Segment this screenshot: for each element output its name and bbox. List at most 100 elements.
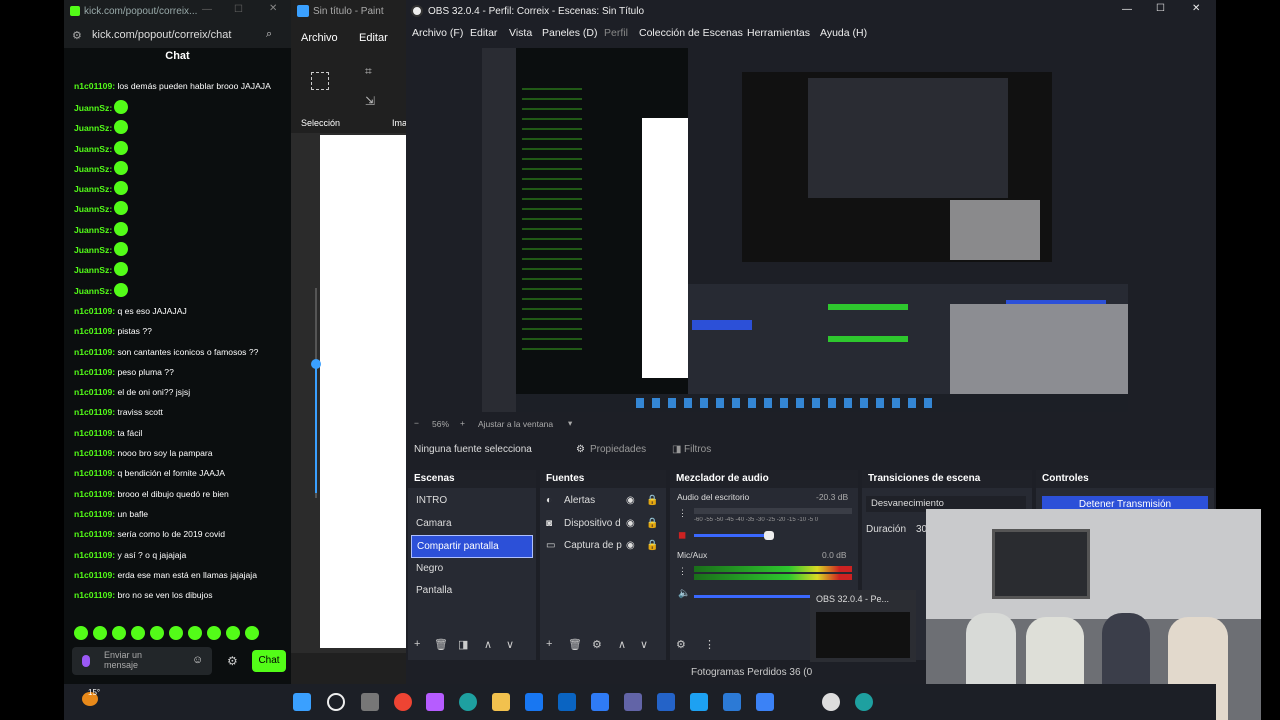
chat-username[interactable]: JuannSz: (74, 265, 112, 275)
search-icon[interactable]: ⌕ (266, 28, 272, 41)
scene-item[interactable]: INTRO (408, 490, 536, 513)
chat-username[interactable]: n1c01109: (74, 529, 115, 539)
filters-button[interactable]: Filtros (684, 444, 711, 455)
chat-username[interactable]: n1c01109: (74, 550, 115, 560)
source-item[interactable]: ◐ Alertas ◉ 🔒 (540, 490, 666, 513)
emote-icon[interactable] (207, 626, 221, 640)
chat-username[interactable]: JuannSz: (74, 103, 112, 113)
move-up-icon[interactable]: ∧ (618, 638, 626, 654)
app-icon[interactable] (756, 693, 774, 711)
chat-username[interactable]: JuannSz: (74, 204, 112, 214)
zoom-out-icon[interactable]: − (414, 418, 419, 428)
properties-button[interactable]: Propiedades (590, 444, 646, 455)
edge-icon[interactable] (459, 693, 477, 711)
teams-icon[interactable] (624, 693, 642, 711)
taskbar-preview-popup[interactable]: OBS 32.0.4 - Pe... (810, 590, 916, 662)
chat-username[interactable]: n1c01109: (74, 468, 115, 478)
channel-menu-icon[interactable]: ⋮ (678, 566, 687, 577)
menu-herramientas[interactable]: Herramientas (747, 27, 810, 39)
crop-icon[interactable]: ⌗ (365, 64, 372, 79)
dropbox-icon[interactable] (591, 693, 609, 711)
word-icon[interactable] (657, 693, 675, 711)
close-icon[interactable]: ✕ (269, 3, 277, 14)
chat-username[interactable]: n1c01109: (74, 509, 115, 519)
vscode-icon[interactable] (723, 693, 741, 711)
chat-username[interactable]: JuannSz: (74, 123, 112, 133)
menu-vista[interactable]: Vista (509, 27, 532, 39)
source-item[interactable]: ◙ Dispositivo d ◉ 🔒 (540, 513, 666, 536)
zoom-in-icon[interactable]: + (460, 418, 465, 428)
paint-menu-file[interactable]: Archivo (301, 32, 338, 44)
task-view-icon[interactable] (361, 693, 379, 711)
emote-icon[interactable] (188, 626, 202, 640)
muted-speaker-icon[interactable]: ◼ (678, 530, 686, 541)
emote-icon[interactable] (245, 626, 259, 640)
chat-username[interactable]: JuannSz: (74, 245, 112, 255)
volume-slider-thumb[interactable] (764, 531, 774, 540)
source-item[interactable]: ▭ Captura de p ◉ 🔒 (540, 535, 666, 558)
eye-icon[interactable]: ◉ (626, 513, 635, 536)
chevron-down-icon[interactable]: ▾ (568, 418, 572, 429)
speaker-icon[interactable]: 🔈 (678, 588, 690, 599)
outlook-icon[interactable] (558, 693, 576, 711)
chrome-icon[interactable] (394, 693, 412, 711)
chat-username[interactable]: JuannSz: (74, 286, 112, 296)
chat-username[interactable]: JuannSz: (74, 225, 112, 235)
mixer-menu-icon[interactable]: ⋮ (704, 638, 715, 654)
app-icon[interactable] (690, 693, 708, 711)
menu-ayuda[interactable]: Ayuda (H) (820, 27, 867, 39)
scene-item-selected[interactable]: Compartir pantalla (411, 535, 533, 558)
chat-username[interactable]: n1c01109: (74, 306, 115, 316)
chat-username[interactable]: n1c01109: (74, 326, 115, 336)
fit-window-label[interactable]: Ajustar a la ventana (478, 419, 553, 429)
source-properties-icon[interactable]: ⚙ (592, 638, 602, 654)
remove-source-icon[interactable]: 🗑 (568, 638, 582, 654)
emote-icon[interactable] (150, 626, 164, 640)
add-source-icon[interactable]: + (546, 638, 552, 654)
chat-send-button[interactable]: Chat (252, 650, 286, 672)
scene-item[interactable]: Camara (408, 513, 536, 536)
paint-menu-edit[interactable]: Editar (359, 32, 388, 44)
menu-paneles[interactable]: Paneles (D) (542, 27, 597, 39)
chat-username[interactable]: n1c01109: (74, 570, 115, 580)
selection-tool-icon[interactable] (311, 72, 329, 90)
volume-slider[interactable] (694, 595, 814, 598)
emote-icon[interactable] (226, 626, 240, 640)
maximize-icon[interactable]: ☐ (234, 4, 243, 15)
maximize-icon[interactable]: ☐ (1156, 3, 1165, 14)
file-explorer-icon[interactable] (492, 693, 510, 711)
chat-username[interactable]: JuannSz: (74, 184, 112, 194)
emoji-icon[interactable]: ☺ (192, 654, 203, 666)
chat-username[interactable]: n1c01109: (74, 347, 115, 357)
close-icon[interactable]: ✕ (1192, 3, 1200, 14)
search-icon[interactable] (327, 693, 345, 711)
channel-menu-icon[interactable]: ⋮ (678, 508, 687, 519)
chat-username[interactable]: n1c01109: (74, 590, 115, 600)
menu-coleccion[interactable]: Colección de Escenas (639, 27, 743, 39)
lock-icon[interactable]: 🔒 (646, 513, 658, 536)
minimize-icon[interactable]: — (202, 4, 212, 15)
kick-address-bar[interactable]: ⚙ kick.com/popout/correix/chat ⌕ (64, 24, 291, 48)
obs-taskbar-icon[interactable] (822, 693, 840, 711)
lock-icon[interactable]: 🔒 (646, 490, 658, 513)
volume-slider[interactable] (694, 534, 774, 537)
eye-icon[interactable]: ◉ (626, 535, 635, 558)
chat-username[interactable]: n1c01109: (74, 428, 115, 438)
chat-username[interactable]: n1c01109: (74, 367, 115, 377)
emote-icon[interactable] (169, 626, 183, 640)
zoom-slider-thumb[interactable] (311, 359, 321, 369)
chat-username[interactable]: n1c01109: (74, 407, 115, 417)
scene-item[interactable]: Pantalla (408, 580, 536, 603)
emote-icon[interactable] (112, 626, 126, 640)
scene-filters-icon[interactable]: ◨ (458, 638, 468, 654)
emote-icon[interactable] (131, 626, 145, 640)
eye-icon[interactable]: ◉ (626, 490, 635, 513)
add-scene-icon[interactable]: + (414, 638, 420, 654)
resize-icon[interactable]: ⇲ (365, 94, 375, 108)
move-down-icon[interactable]: ∨ (640, 638, 648, 654)
edge-icon[interactable] (855, 693, 873, 711)
chat-username[interactable]: n1c01109: (74, 387, 115, 397)
chat-username[interactable]: n1c01109: (74, 81, 115, 91)
start-icon[interactable] (293, 693, 311, 711)
chat-settings-icon[interactable]: ⚙ (227, 654, 238, 668)
